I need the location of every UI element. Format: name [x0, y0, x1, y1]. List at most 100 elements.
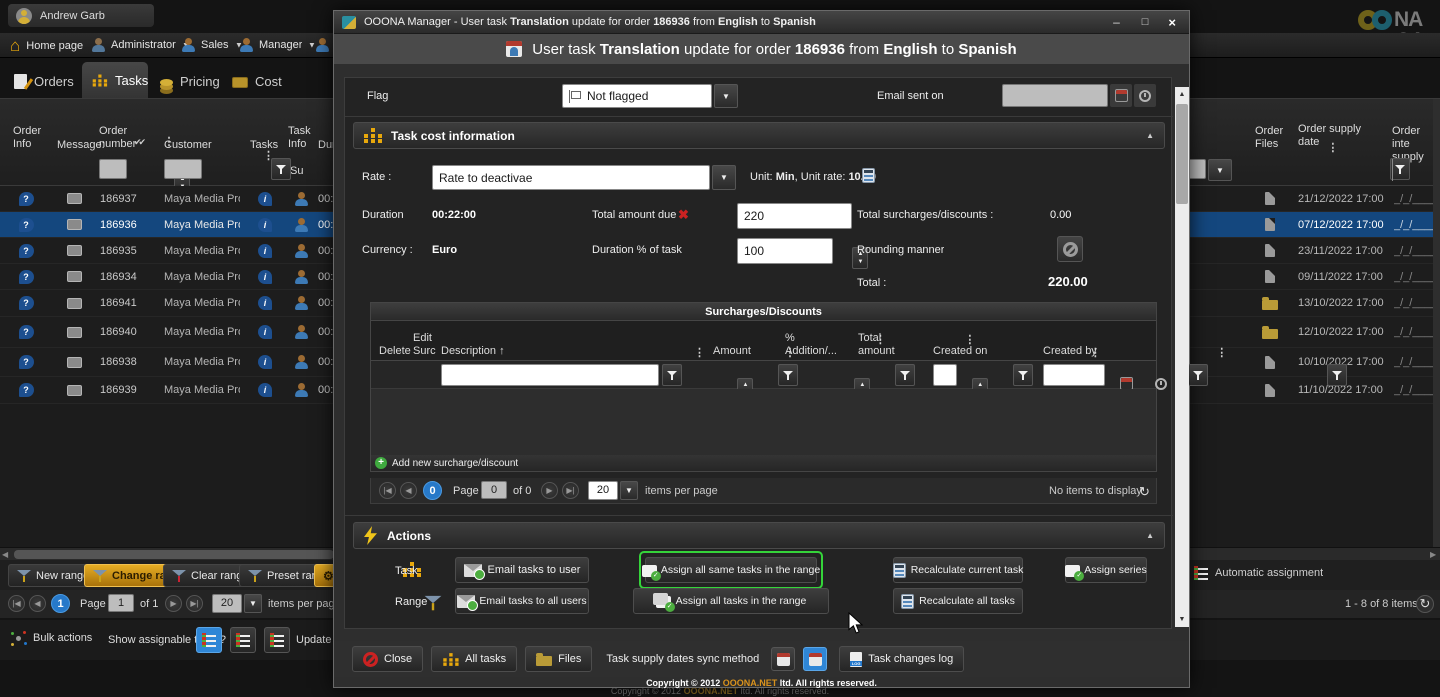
table-vscrollbar[interactable] — [1433, 99, 1440, 548]
col-customer[interactable]: Customer — [164, 139, 212, 152]
column-menu-icon[interactable] — [694, 346, 705, 359]
question-icon[interactable] — [19, 192, 34, 206]
question-icon[interactable] — [19, 325, 34, 339]
col-total-amount[interactable]: Totalamount — [858, 332, 895, 358]
info-icon[interactable] — [258, 296, 272, 310]
sync-method-option-2-selected[interactable] — [803, 647, 827, 671]
message-icon[interactable] — [67, 219, 82, 230]
col-created-on[interactable]: Created on — [933, 345, 987, 358]
recalculate-current-button[interactable]: Recalculate current task — [893, 557, 1023, 583]
customer-filter-input[interactable] — [164, 159, 202, 179]
close-icon[interactable]: × — [1163, 15, 1181, 30]
col-order-number[interactable]: Ordernumber — [99, 125, 136, 151]
col-description[interactable]: Description ↑ — [441, 345, 505, 358]
order-files-icon[interactable] — [1265, 384, 1275, 397]
order-files-icon[interactable] — [1265, 356, 1275, 369]
column-menu-icon[interactable] — [1216, 346, 1227, 359]
rate-dropdown[interactable]: Rate to deactivae — [432, 165, 710, 190]
menu-administrator[interactable]: Administrator — [92, 38, 190, 52]
menu-home[interactable]: Home page — [10, 37, 83, 54]
question-icon[interactable] — [19, 244, 34, 258]
message-icon[interactable] — [67, 327, 82, 338]
pager-next-icon[interactable]: ▶ — [541, 482, 558, 499]
pager-first-icon[interactable]: |◀ — [8, 595, 25, 612]
col-order-files[interactable]: OrderFiles — [1255, 125, 1283, 151]
col-created-by[interactable]: Created by — [1043, 345, 1097, 358]
message-icon[interactable] — [67, 271, 82, 282]
filter-icon[interactable] — [662, 364, 682, 386]
col-order-info[interactable]: OrderInfo — [13, 125, 41, 151]
clock-icon[interactable] — [1155, 378, 1167, 390]
maximize-icon[interactable]: □ — [1135, 16, 1156, 28]
rate-calculator-icon[interactable] — [862, 168, 875, 183]
message-icon[interactable] — [67, 357, 82, 368]
dialog-titlebar[interactable]: OOONA Manager - User task Translation up… — [334, 11, 1189, 34]
tab-tasks[interactable]: Tasks — [82, 62, 148, 98]
filter-icon[interactable] — [1188, 364, 1208, 386]
assignable-toggle-1[interactable] — [196, 627, 222, 653]
flag-dropdown-icon[interactable]: ▼ — [714, 84, 738, 108]
created-by-filter-input[interactable] — [1043, 364, 1105, 386]
message-icon[interactable] — [67, 385, 82, 396]
info-icon[interactable] — [258, 270, 272, 284]
scroll-down-icon[interactable]: ▼ — [1175, 612, 1189, 627]
filter-icon[interactable] — [1327, 364, 1347, 386]
per-page-dropdown-icon[interactable]: ▼ — [620, 481, 638, 500]
column-check-icon[interactable] — [134, 137, 143, 148]
col-amount[interactable]: Amount — [713, 345, 751, 358]
assignable-toggle-2[interactable] — [230, 627, 256, 653]
question-icon[interactable] — [19, 218, 34, 232]
user-chip[interactable]: Andrew Garb — [8, 4, 154, 27]
collapse-icon[interactable] — [1146, 531, 1154, 540]
col-message[interactable]: Message: — [57, 139, 105, 152]
order-files-icon[interactable] — [1265, 192, 1275, 205]
rate-dropdown-icon[interactable]: ▼ — [712, 165, 736, 190]
page-input[interactable] — [108, 594, 134, 612]
col-pct-addition[interactable]: %Addition/... — [785, 332, 837, 358]
task-changes-log-button[interactable]: Task changes log — [839, 646, 964, 672]
info-icon[interactable] — [258, 244, 272, 258]
menu-sales[interactable]: Sales — [182, 38, 242, 52]
message-icon[interactable] — [67, 245, 82, 256]
info-icon[interactable] — [258, 355, 272, 369]
right-filter-dropdown[interactable]: ▼ — [1208, 159, 1232, 181]
assignable-toggle-3[interactable] — [264, 627, 290, 653]
menu-manager[interactable]: Manager — [240, 38, 316, 52]
info-icon[interactable] — [258, 192, 272, 206]
tab-cost[interactable]: Cost — [228, 64, 294, 98]
assign-all-tasks-button[interactable]: Assign all tasks in the range — [633, 588, 829, 614]
page-input[interactable] — [481, 481, 507, 499]
pager-current-page[interactable]: 0 — [423, 481, 442, 500]
bulk-actions-button[interactable]: Bulk actions — [10, 630, 92, 646]
description-filter-input[interactable] — [441, 364, 659, 386]
recalculate-all-button[interactable]: Recalculate all tasks — [893, 588, 1023, 614]
total-due-input[interactable] — [737, 203, 852, 229]
filter-icon[interactable] — [1013, 364, 1033, 386]
refresh-icon[interactable] — [1416, 595, 1434, 613]
pager-first-icon[interactable]: |◀ — [379, 482, 396, 499]
per-page-value[interactable]: 20 — [588, 481, 618, 500]
sync-method-option-1[interactable] — [771, 647, 795, 671]
ooona-net-link[interactable]: OOONA.NET — [723, 678, 778, 688]
per-page-dropdown-icon[interactable]: ▼ — [244, 594, 262, 613]
pager-prev-icon[interactable]: ◀ — [29, 595, 46, 612]
assign-same-tasks-button[interactable]: Assign all same tasks in the range — [645, 557, 817, 583]
question-icon[interactable] — [19, 270, 34, 284]
pager-last-icon[interactable]: ▶| — [186, 595, 203, 612]
task-cost-section-header[interactable]: Task cost information — [353, 122, 1165, 149]
info-icon[interactable] — [258, 383, 272, 397]
order-files-icon[interactable] — [1265, 270, 1275, 283]
close-button[interactable]: Close — [352, 646, 423, 672]
created-on-filter-input[interactable] — [933, 364, 957, 386]
order-number-filter-input[interactable] — [99, 159, 127, 179]
assign-series-button[interactable]: Assign series — [1065, 557, 1147, 583]
dialog-vscrollbar[interactable]: ▲ ▼ — [1175, 87, 1189, 627]
filter-icon[interactable] — [271, 158, 291, 180]
refresh-icon[interactable] — [1139, 484, 1150, 500]
email-tasks-all-button[interactable]: Email tasks to all users — [455, 588, 589, 614]
filter-icon[interactable] — [895, 364, 915, 386]
info-icon[interactable] — [258, 325, 272, 339]
add-surcharge-button[interactable]: Add new surcharge/discount — [371, 455, 1156, 471]
scrollbar-thumb[interactable] — [14, 550, 334, 559]
pager-prev-icon[interactable]: ◀ — [400, 482, 417, 499]
